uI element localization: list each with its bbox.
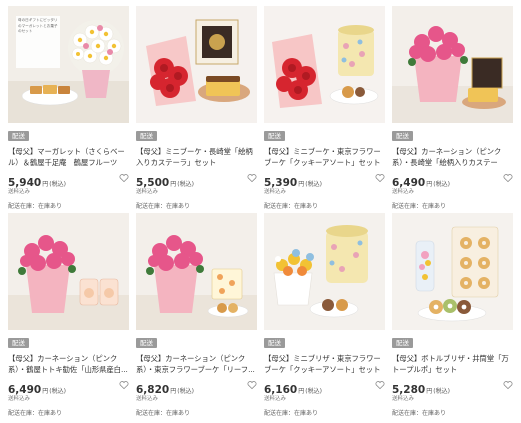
price-row: 6,820円(税込) (136, 378, 257, 396)
product-image[interactable] (392, 213, 513, 330)
favorite-heart-icon[interactable] (375, 380, 385, 390)
product-card[interactable]: 配送 【母父】ボトルブリザ・井筒堂「万トープルポ」セット 5,280円(税込) … (392, 213, 513, 417)
delivery-badge: 配送 (136, 131, 157, 141)
price-row: 6,490円(税込) (392, 171, 513, 189)
product-image[interactable] (264, 213, 385, 330)
price-tax: (税込) (305, 181, 322, 188)
price-tax: (税込) (49, 388, 66, 395)
product-grid: 母の日ギフトにピッタリのマーガレットとお菓子のセット 配送 【母父】マーガレット… (0, 0, 521, 423)
product-image[interactable] (392, 6, 513, 123)
product-image[interactable] (136, 213, 257, 330)
stock-status: 配送在庫：在庫あり (392, 410, 447, 417)
price-value: 6,160 (264, 384, 298, 396)
favorite-heart-icon[interactable] (503, 380, 513, 390)
price-row: 5,500円(税込) (136, 171, 257, 189)
product-card[interactable]: 母の日ギフトにピッタリのマーガレットとお菓子のセット 配送 【母父】マーガレット… (8, 6, 129, 210)
price-row: 6,490円(税込) (8, 378, 129, 396)
price-value: 6,490 (392, 177, 426, 189)
product-image[interactable]: 母の日ギフトにピッタリのマーガレットとお菓子のセット (8, 6, 129, 123)
product-card[interactable]: 配送 【母父】カーネーション（ピンク系）・長崎堂「絵柄入りカステーラ」... 6… (392, 6, 513, 210)
product-image[interactable] (136, 6, 257, 123)
product-title[interactable]: 【母父】ボトルブリザ・井筒堂「万トープルポ」セット (392, 353, 513, 375)
favorite-heart-icon[interactable] (119, 173, 129, 183)
delivery-badge: 配送 (392, 338, 413, 348)
favorite-heart-icon[interactable] (375, 173, 385, 183)
price-currency: 円 (170, 181, 177, 188)
favorite-heart-icon[interactable] (247, 173, 257, 183)
delivery-badge: 配送 (8, 338, 29, 348)
price-currency: 円 (426, 388, 433, 395)
stock-status: 配送在庫：在庫あり (8, 203, 63, 210)
price-value: 5,280 (392, 384, 426, 396)
price-tax: (税込) (433, 388, 450, 395)
price-value: 5,390 (264, 177, 298, 189)
price-currency: 円 (426, 181, 433, 188)
price-row: 6,160円(税込) (264, 378, 385, 396)
price-tax: (税込) (433, 181, 450, 188)
product-title[interactable]: 【母父】ミニブーケ・東京フラワーブーケ「クッキーアソート」セット (264, 146, 385, 168)
price-tax: (税込) (49, 181, 66, 188)
price-row: 5,280円(税込) (392, 378, 513, 396)
product-card[interactable]: 配送 【母父】カーネーション（ピンク系）・東京フラワーブーケ「リーフ... 6,… (136, 213, 257, 417)
product-title[interactable]: 【母父】ミニブリザ・東京フラワーブーケ「クッキーアソート」セット (264, 353, 385, 375)
price-currency: 円 (42, 388, 49, 395)
price-value: 5,940 (8, 177, 42, 189)
product-title[interactable]: 【母父】カーネーション（ピンク系）・東京フラワーブーケ「リーフ... (136, 353, 257, 375)
product-title[interactable]: 【母父】カーネーション（ピンク系）・長崎堂「絵柄入りカステーラ」... (392, 146, 513, 168)
price-value: 5,500 (136, 177, 170, 189)
delivery-badge: 配送 (8, 131, 29, 141)
price-currency: 円 (170, 388, 177, 395)
price-tax: (税込) (177, 388, 194, 395)
stock-status: 配送在庫：在庫あり (264, 410, 319, 417)
price-value: 6,490 (8, 384, 42, 396)
delivery-badge: 配送 (264, 338, 285, 348)
favorite-heart-icon[interactable] (503, 173, 513, 183)
price-currency: 円 (298, 181, 305, 188)
stock-status: 配送在庫：在庫あり (392, 203, 447, 210)
thumb-caption: 母の日ギフトにピッタリのマーガレットとお菓子のセット (18, 18, 58, 33)
product-card[interactable]: 配送 【母父】カーネーション（ピンク系）・鶴屋トトキ勧佐「山形県産白... 6,… (8, 213, 129, 417)
stock-status: 配送在庫：在庫あり (136, 410, 191, 417)
favorite-heart-icon[interactable] (247, 380, 257, 390)
delivery-badge: 配送 (392, 131, 413, 141)
stock-status: 配送在庫：在庫あり (136, 203, 191, 210)
product-card[interactable]: 配送 【母父】ミニブリザ・東京フラワーブーケ「クッキーアソート」セット 6,16… (264, 213, 385, 417)
price-currency: 円 (298, 388, 305, 395)
price-row: 5,940円(税込) (8, 171, 129, 189)
stock-status: 配送在庫：在庫あり (264, 203, 319, 210)
price-value: 6,820 (136, 384, 170, 396)
favorite-heart-icon[interactable] (119, 380, 129, 390)
product-image[interactable] (264, 6, 385, 123)
price-row: 5,390円(税込) (264, 171, 385, 189)
price-tax: (税込) (177, 181, 194, 188)
delivery-badge: 配送 (136, 338, 157, 348)
delivery-badge: 配送 (264, 131, 285, 141)
price-currency: 円 (42, 181, 49, 188)
product-title[interactable]: 【母父】ミニブーケ・長崎堂「絵柄入りカステーラ」セット (136, 146, 257, 168)
price-tax: (税込) (305, 388, 322, 395)
product-title[interactable]: 【母父】マーガレット（さくらベール）＆鶴屋千足庵 鶴屋フルーツク... (8, 146, 129, 168)
product-image[interactable] (8, 213, 129, 330)
product-card[interactable]: 配送 【母父】ミニブーケ・長崎堂「絵柄入りカステーラ」セット 5,500円(税込… (136, 6, 257, 210)
product-title[interactable]: 【母父】カーネーション（ピンク系）・鶴屋トトキ勧佐「山形県産白... (8, 353, 129, 375)
product-card[interactable]: 配送 【母父】ミニブーケ・東京フラワーブーケ「クッキーアソート」セット 5,39… (264, 6, 385, 210)
stock-status: 配送在庫：在庫あり (8, 410, 63, 417)
